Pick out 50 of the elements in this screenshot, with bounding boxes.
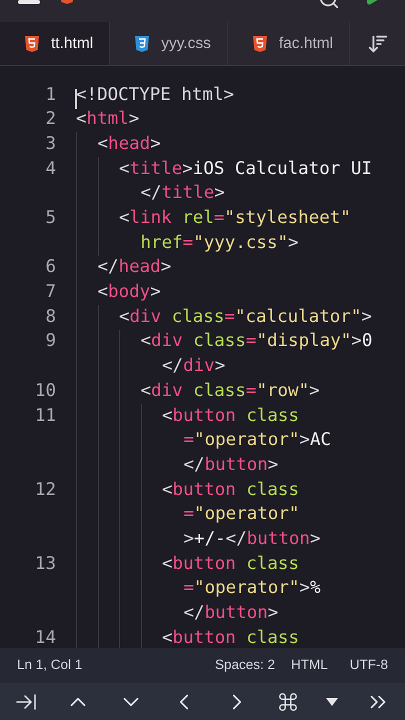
- code-line: ="operator": [184, 506, 300, 524]
- line-number: 14: [34, 628, 56, 648]
- html-file-icon: [25, 36, 39, 52]
- code-line: ="operator">AC: [184, 432, 332, 450]
- command-icon[interactable]: [277, 690, 300, 712]
- code-line: <link rel="stylesheet": [119, 210, 351, 228]
- code-line: </button>: [184, 456, 278, 474]
- line-number: 11: [34, 406, 56, 426]
- code-line: <title>iOS Calculator UI: [119, 160, 372, 178]
- code-line: <button class: [162, 482, 299, 500]
- css-file-icon: [135, 36, 150, 52]
- menu-icon[interactable]: [18, 0, 40, 4]
- line-number: 3: [45, 134, 56, 154]
- language-mode[interactable]: HTML: [291, 655, 328, 676]
- code-line: <button class: [162, 630, 299, 648]
- code-line: <html>: [76, 111, 140, 129]
- cursor-position[interactable]: Ln 1, Col 1: [17, 655, 82, 676]
- code-line: ="operator">%: [184, 580, 320, 598]
- line-number: 1: [45, 84, 56, 105]
- code-line: </title>: [140, 185, 225, 203]
- code-line: </head>: [98, 259, 172, 277]
- indentation-setting[interactable]: Spaces: 2: [214, 655, 275, 676]
- caret-down-icon[interactable]: [326, 698, 338, 706]
- line-number: 2: [45, 109, 56, 130]
- code-line: <div class="calculator">: [119, 308, 372, 326]
- code-line: </button>: [184, 605, 278, 623]
- code-line: href="yyy.css">: [140, 234, 299, 252]
- line-number: 8: [45, 306, 56, 327]
- code-line: <div class="display">0: [140, 333, 372, 351]
- html-file-icon: [252, 36, 267, 52]
- code-line: <body>: [98, 284, 161, 302]
- code-line: </div>: [162, 358, 226, 376]
- line-number: 6: [45, 257, 56, 278]
- line-number: 5: [45, 208, 56, 228]
- code-line: <div class="row">: [140, 382, 320, 400]
- line-number: 9: [45, 331, 56, 352]
- file-tab[interactable]: yyy.css: [110, 22, 228, 65]
- line-number: 4: [45, 158, 56, 179]
- code-line: <button class: [162, 408, 299, 426]
- file-tab[interactable]: fac.html: [228, 22, 350, 65]
- code-line: <head>: [98, 136, 161, 154]
- line-number: 13: [34, 554, 56, 574]
- line-number: 10: [34, 380, 56, 401]
- code-line: <button class: [162, 556, 299, 574]
- file-tab[interactable]: tt.html: [0, 22, 110, 65]
- line-number: 7: [45, 282, 56, 302]
- line-number: 12: [34, 480, 56, 500]
- code-line: <!DOCTYPE html>: [76, 86, 234, 104]
- file-encoding[interactable]: UTF-8: [350, 655, 388, 676]
- code-line: >+/-</button>: [184, 530, 320, 548]
